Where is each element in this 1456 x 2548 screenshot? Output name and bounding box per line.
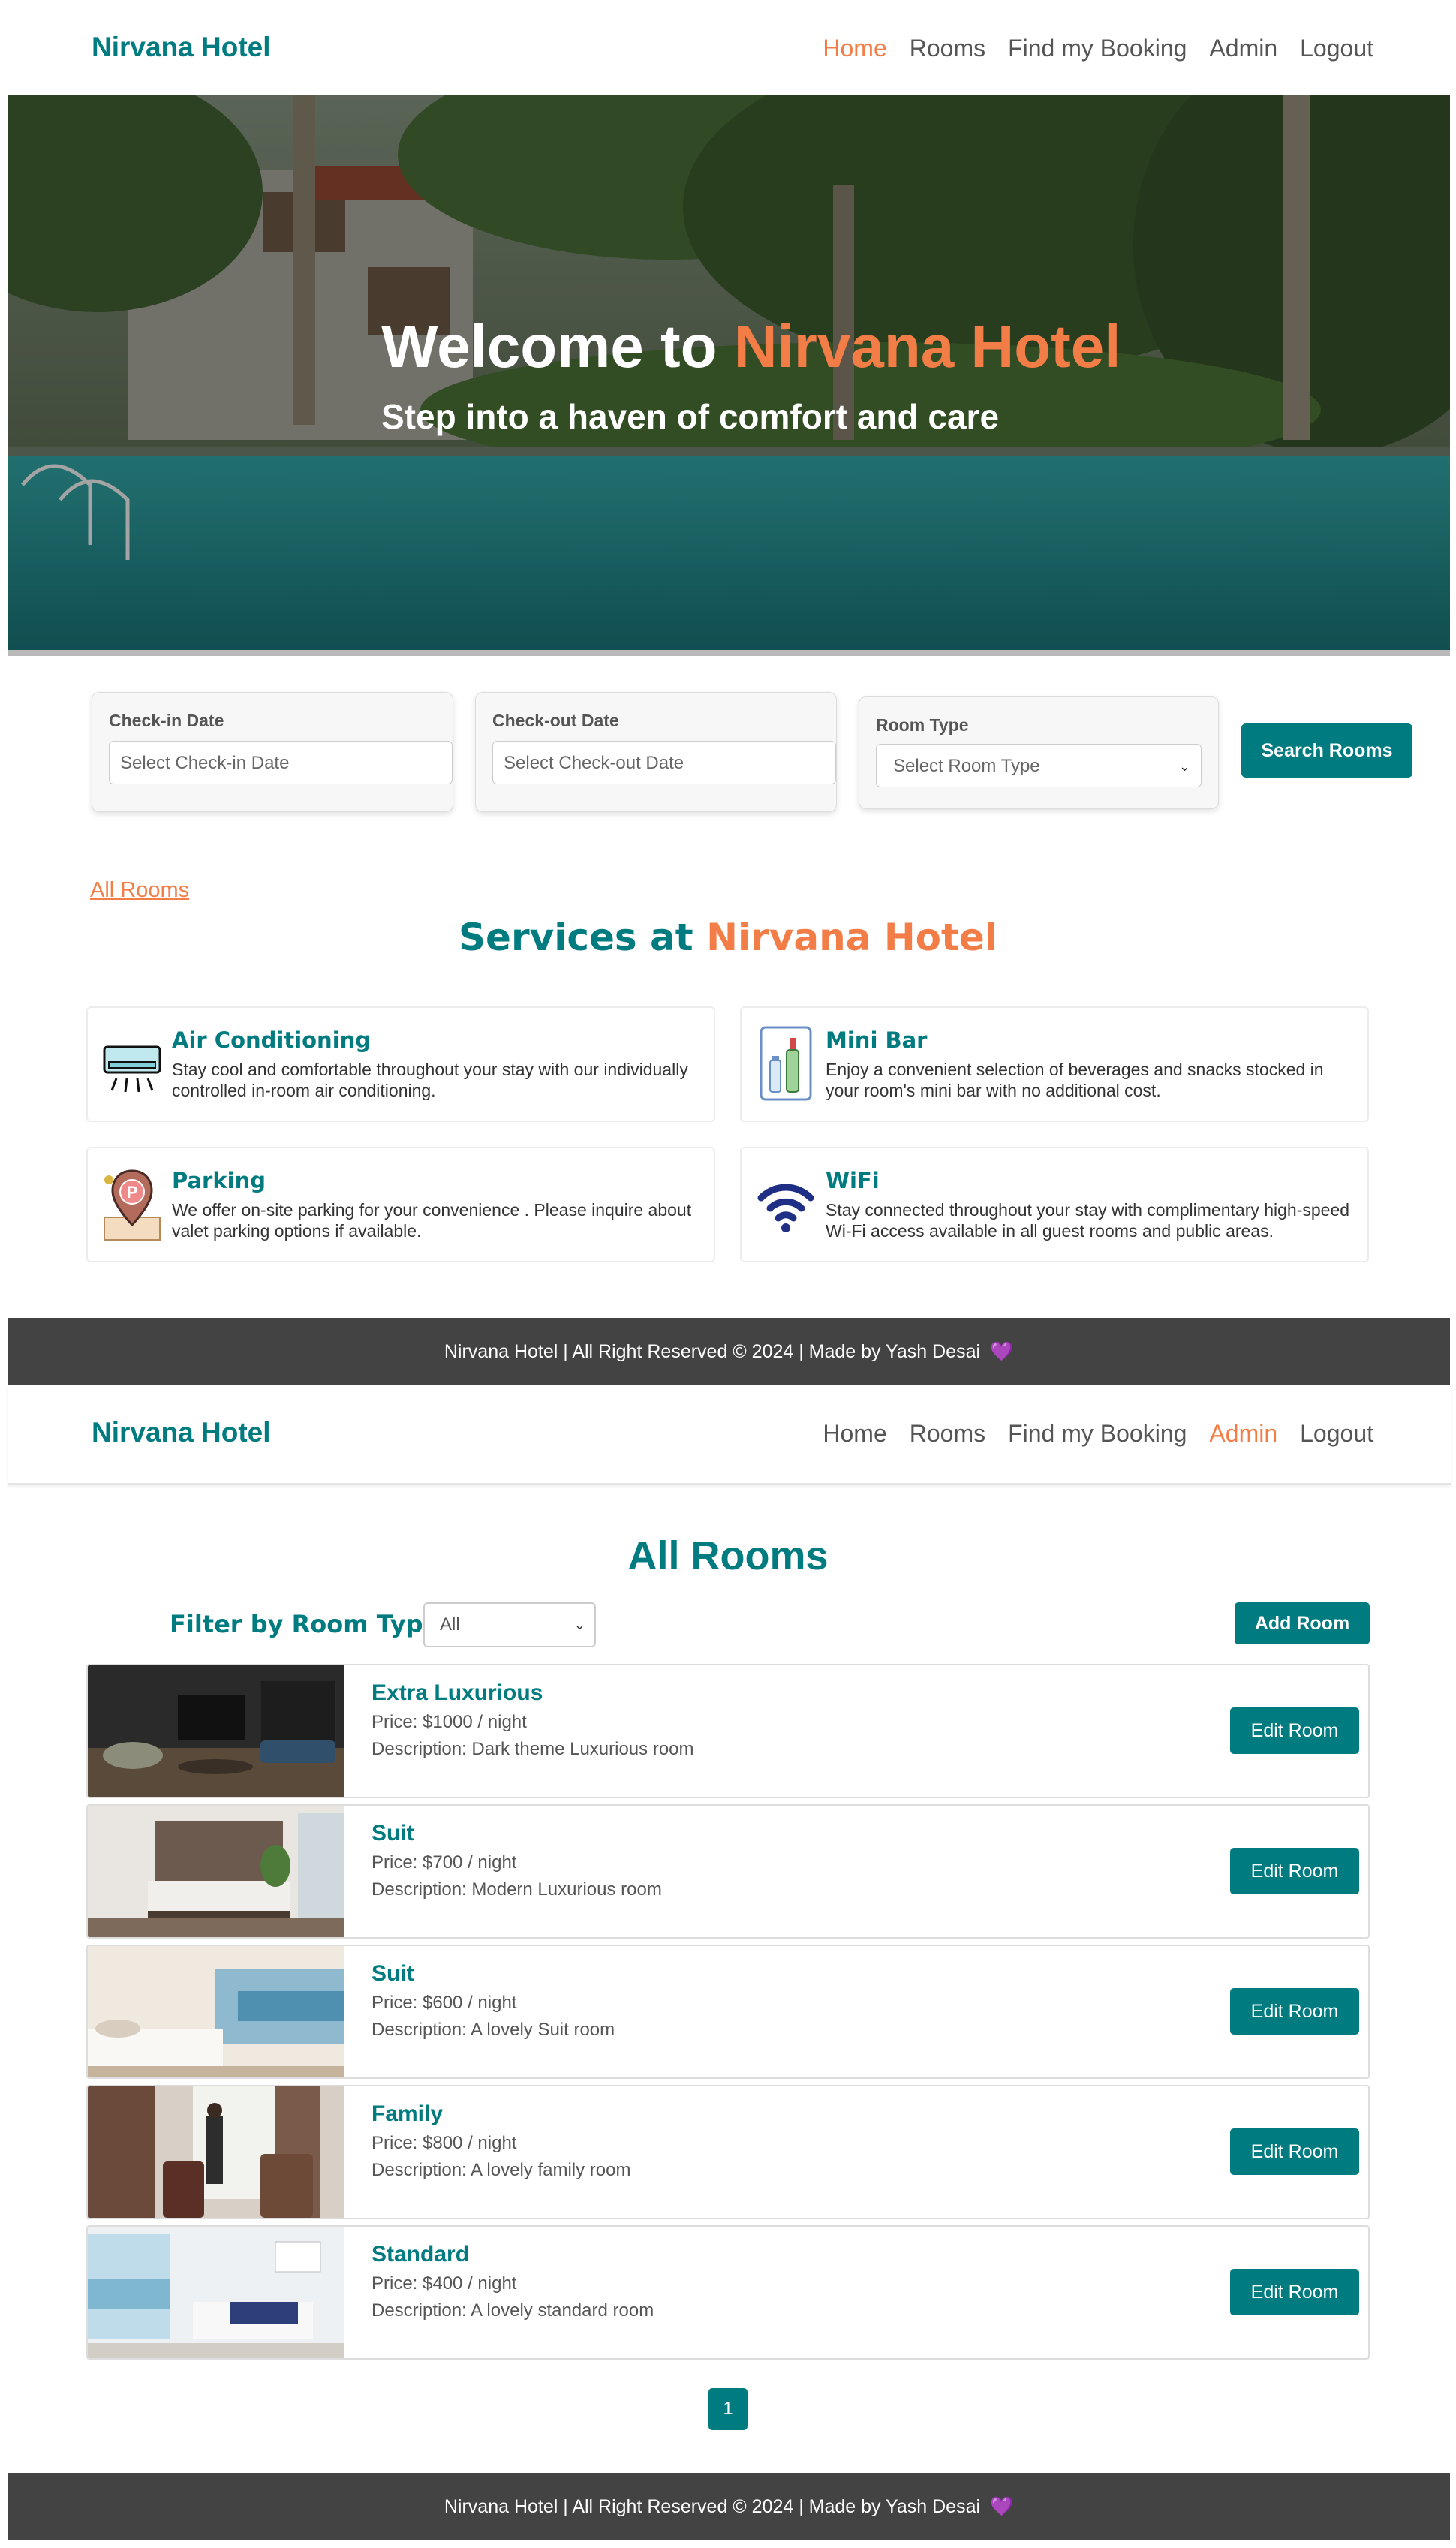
checkout-label: Check-out Date [492, 711, 619, 730]
service-desc: Enjoy a convenient selection of beverage… [826, 1060, 1324, 1100]
service-name: Air Conditioning [172, 1027, 372, 1053]
nav-admin[interactable]: Admin [1209, 1420, 1277, 1448]
nav-find-booking[interactable]: Find my Booking [1008, 1420, 1187, 1448]
top-navbar: Nirvana Hotel Home Rooms Find my Booking… [8, 0, 1451, 95]
wifi-icon [757, 1184, 814, 1232]
service-name: Parking [172, 1168, 266, 1193]
edit-room-button[interactable]: Edit Room [1230, 1707, 1359, 1754]
brand-logo[interactable]: Nirvana Hotel [92, 32, 271, 63]
roomtype-select-value: Select Room Type [893, 756, 1040, 776]
checkout-input[interactable]: Select Check-out Date [492, 741, 836, 784]
room-description: Description: A lovely Suit room [372, 2020, 615, 2040]
roomtype-select[interactable]: Select Room Type ⌄ [876, 744, 1202, 787]
room-image [88, 1946, 344, 2077]
hero-title-accent: Nirvana Hotel [733, 313, 1121, 380]
hero-title-prefix: Welcome to [381, 313, 717, 380]
room-type: Family [372, 2101, 444, 2126]
filter-label: Filter by Room Type: [170, 1610, 450, 1638]
services-title: Services at Nirvana Hotel [0, 916, 1456, 959]
service-name: WiFi [826, 1168, 880, 1193]
service-card-parking: P Parking We offer on-site parking for y… [86, 1147, 715, 1262]
edit-room-button[interactable]: Edit Room [1230, 1848, 1359, 1894]
room-price: Price: $700 / night [372, 1852, 517, 1873]
room-type: Suit [372, 1821, 414, 1846]
room-type: Extra Luxurious [372, 1680, 543, 1705]
room-card: Suit Price: $600 / night Description: A … [86, 1945, 1370, 2079]
footer: Nirvana Hotel | All Right Reserved © 202… [8, 1318, 1450, 1385]
room-card: Extra Luxurious Price: $1000 / night Des… [86, 1664, 1370, 1798]
brand-logo[interactable]: Nirvana Hotel [92, 1417, 271, 1448]
room-type: Suit [372, 1961, 414, 1986]
search-rooms-button[interactable]: Search Rooms [1241, 723, 1412, 778]
room-description: Description: Dark theme Luxurious room [372, 1739, 694, 1759]
room-description: Description: Modern Luxurious room [372, 1879, 662, 1900]
heart-icon: 💜 [990, 2496, 1014, 2517]
nav-home[interactable]: Home [823, 35, 886, 62]
room-price: Price: $800 / night [372, 2133, 517, 2153]
checkin-label: Check-in Date [109, 711, 224, 730]
nav-admin[interactable]: Admin [1209, 35, 1277, 62]
service-desc: Stay connected throughout your stay with… [826, 1200, 1350, 1241]
checkin-input[interactable]: Select Check-in Date [109, 741, 453, 784]
add-room-button[interactable]: Add Room [1235, 1602, 1370, 1644]
room-price: Price: $1000 / night [372, 1712, 527, 1732]
mini-bar-icon [760, 1026, 812, 1101]
heart-icon: 💜 [990, 1341, 1014, 1362]
room-card: Family Price: $800 / night Description: … [86, 2085, 1370, 2219]
edit-room-button[interactable]: Edit Room [1230, 1988, 1359, 2035]
nav-links: Home Rooms Find my Booking Admin Logout [823, 35, 1373, 62]
nav-find-booking[interactable]: Find my Booking [1008, 35, 1187, 62]
hero-banner: Welcome to Nirvana Hotel Step into a hav… [8, 95, 1450, 656]
admin-navbar: Nirvana Hotel Home Rooms Find my Booking… [8, 1385, 1451, 1485]
service-card-air-conditioning: Air Conditioning Stay cool and comfortab… [86, 1006, 715, 1122]
service-desc: We offer on-site parking for your conven… [172, 1200, 692, 1241]
room-price: Price: $600 / night [372, 1993, 517, 2013]
nav-links: Home Rooms Find my Booking Admin Logout [823, 1420, 1373, 1448]
room-description: Description: A lovely standard room [372, 2300, 654, 2321]
chevron-down-icon: ⌄ [1178, 759, 1190, 774]
service-card-wifi: WiFi Stay connected throughout your stay… [740, 1147, 1369, 1262]
checkin-card: Check-in Date Select Check-in Date [92, 692, 453, 812]
nav-logout[interactable]: Logout [1300, 35, 1373, 62]
edit-room-button[interactable]: Edit Room [1230, 2269, 1359, 2315]
roomtype-card: Room Type Select Room Type ⌄ [859, 696, 1219, 809]
nav-logout[interactable]: Logout [1300, 1420, 1373, 1448]
nav-rooms[interactable]: Rooms [910, 1420, 985, 1448]
svg-text:P: P [127, 1183, 138, 1202]
room-description: Description: A lovely family room [372, 2160, 631, 2180]
hero-title: Welcome to Nirvana Hotel [381, 312, 1121, 381]
hero-subtitle: Step into a haven of comfort and care [381, 397, 1000, 436]
service-desc: Stay cool and comfortable throughout you… [172, 1060, 688, 1100]
room-card: Standard Price: $400 / night Description… [86, 2225, 1370, 2360]
room-type-filter-select[interactable]: All ⌄ [423, 1602, 596, 1647]
room-type: Standard [372, 2242, 470, 2267]
pagination-page-1[interactable]: 1 [708, 2388, 748, 2430]
room-image [88, 1806, 344, 1937]
room-image [88, 1665, 344, 1797]
checkout-card: Check-out Date Select Check-out Date [475, 692, 837, 812]
room-card: Suit Price: $700 / night Description: Mo… [86, 1804, 1370, 1939]
room-price: Price: $400 / night [372, 2273, 517, 2294]
edit-room-button[interactable]: Edit Room [1230, 2128, 1359, 2175]
room-image [88, 2227, 344, 2358]
roomtype-label: Room Type [876, 715, 969, 735]
room-image [88, 2086, 344, 2218]
all-rooms-link[interactable]: All Rooms [90, 878, 189, 903]
footer-text: Nirvana Hotel | All Right Reserved © 202… [444, 2496, 981, 2517]
services-title-prefix: Services at [459, 916, 693, 959]
services-title-accent: Nirvana Hotel [706, 916, 997, 959]
nav-home[interactable]: Home [823, 1420, 886, 1448]
parking-icon: P [104, 1169, 161, 1241]
filter-select-value: All [440, 1614, 460, 1635]
nav-rooms[interactable]: Rooms [910, 35, 985, 62]
service-name: Mini Bar [826, 1027, 928, 1053]
footer-text: Nirvana Hotel | All Right Reserved © 202… [444, 1341, 981, 1362]
air-conditioner-icon [103, 1045, 161, 1093]
footer: Nirvana Hotel | All Right Reserved © 202… [8, 2473, 1450, 2540]
chevron-down-icon: ⌄ [573, 1617, 585, 1632]
page-title: All Rooms [627, 1533, 829, 1578]
service-card-mini-bar: Mini Bar Enjoy a convenient selection of… [740, 1006, 1369, 1122]
